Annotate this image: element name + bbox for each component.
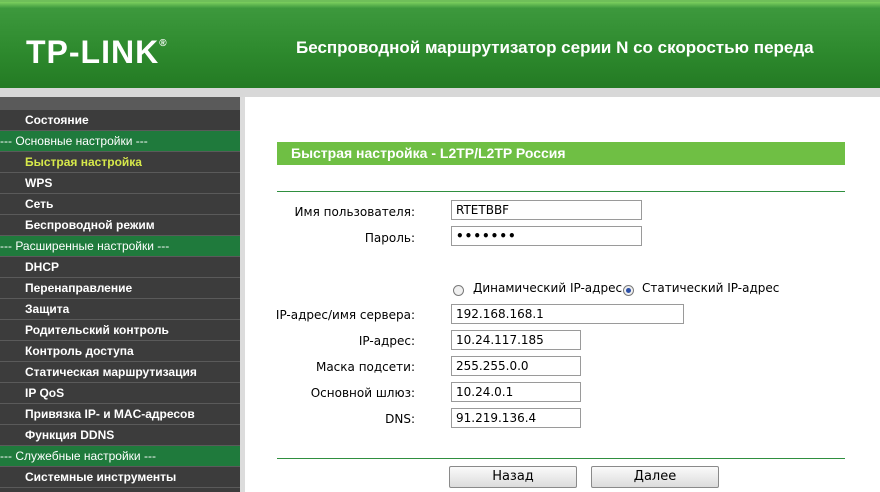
header-slogan: Беспроводной маршрутизатор серии N со ск…: [296, 38, 814, 57]
sidebar-top-gap: [0, 97, 240, 110]
sidebar-item[interactable]: DHCP: [0, 257, 240, 278]
dns-label: DNS:: [385, 412, 415, 426]
gateway-label: Основной шлюз:: [310, 386, 415, 400]
sidebar-item[interactable]: Статическая маршрутизация: [0, 362, 240, 383]
radio-static[interactable]: [623, 285, 634, 296]
header: TP-LINK® Беспроводной маршрутизатор сери…: [0, 0, 880, 90]
sidebar-item[interactable]: Системные инструменты: [0, 467, 240, 488]
sidebar-item[interactable]: Сеть: [0, 194, 240, 215]
radio-dynamic[interactable]: [453, 285, 464, 296]
ip-field[interactable]: 10.24.117.185: [451, 330, 581, 350]
tp-link-logo: TP-LINK®: [26, 34, 168, 70]
sidebar-section[interactable]: --- Основные настройки ---: [0, 131, 240, 152]
sidebar-item[interactable]: Перенаправление: [0, 278, 240, 299]
next-button[interactable]: Далее: [591, 466, 719, 488]
sidebar-item[interactable]: Беспроводной режим: [0, 215, 240, 236]
header-highlight: [0, 2, 880, 8]
mask-label: Маска подсети:: [315, 360, 415, 374]
back-button[interactable]: Назад: [449, 466, 577, 488]
mask-field[interactable]: 255.255.0.0: [451, 356, 581, 376]
sidebar: Состояние --- Основные настройки --- Быстр…: [0, 97, 245, 492]
main-content: Быстрая настройка - L2TP/L2TP Россия Имя…: [245, 97, 880, 492]
sidebar-item[interactable]: Функция DDNS: [0, 425, 240, 446]
server-field[interactable]: 192.168.168.1: [451, 304, 684, 324]
ip-label: IP-адрес:: [358, 334, 415, 348]
password-label: Пароль:: [364, 231, 415, 245]
sidebar-item[interactable]: Состояние: [0, 110, 240, 131]
sidebar-item[interactable]: Быстрая настройка: [0, 152, 240, 173]
sidebar-item[interactable]: Контроль доступа: [0, 341, 240, 362]
bottom-divider: [277, 458, 845, 459]
top-divider: [277, 191, 845, 192]
sidebar-item[interactable]: Привязка IP- и MAC-адресов: [0, 404, 240, 425]
gateway-field[interactable]: 10.24.0.1: [451, 382, 581, 402]
header-divider: [0, 88, 880, 97]
username-label: Имя пользователя:: [294, 205, 415, 219]
username-field[interactable]: RTETBBF: [451, 200, 642, 220]
sidebar-item[interactable]: WPS: [0, 173, 240, 194]
sidebar-menu: Состояние --- Основные настройки --- Быстр…: [0, 110, 240, 488]
sidebar-item[interactable]: IP QoS: [0, 383, 240, 404]
server-label: IP-адрес/имя сервера:: [275, 308, 415, 322]
password-field[interactable]: •••••••: [451, 226, 642, 246]
dns-field[interactable]: 91.219.136.4: [451, 408, 581, 428]
sidebar-item[interactable]: Защита: [0, 299, 240, 320]
page-title: Быстрая настройка - L2TP/L2TP Россия: [277, 142, 845, 165]
radio-static-label: Статический IP-адрес: [642, 281, 780, 295]
sidebar-section[interactable]: --- Расширенные настройки ---: [0, 236, 240, 257]
sidebar-item[interactable]: Родительский контроль: [0, 320, 240, 341]
sidebar-section[interactable]: --- Служебные настройки ---: [0, 446, 240, 467]
radio-dynamic-label: Динамический IP-адрес: [473, 281, 623, 295]
